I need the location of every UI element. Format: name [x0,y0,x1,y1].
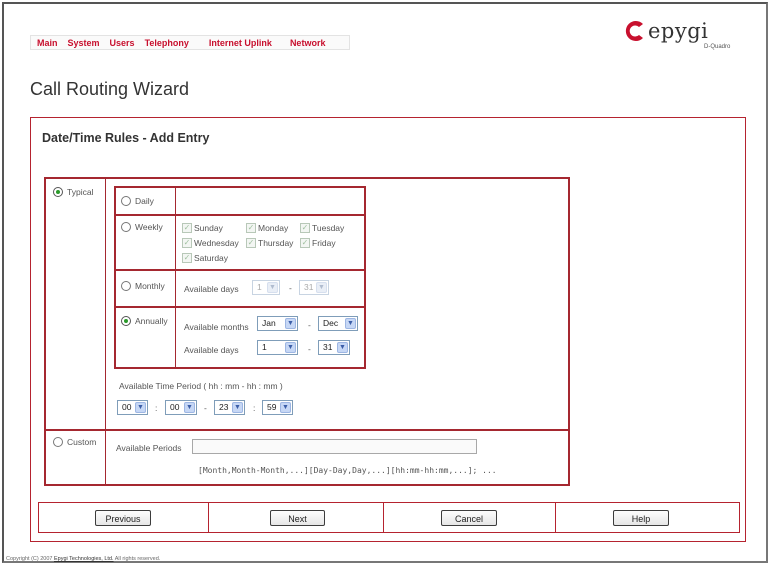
available-periods-hint: [Month,Month-Month,...][Day-Day,Day,...]… [198,466,497,475]
nav-users[interactable]: Users [110,38,135,48]
section-title: Date/Time Rules - Add Entry [42,131,210,145]
time-from-minute-value: 00 [170,402,180,412]
copyright-prefix: Copyright (C) 2007 [6,556,53,562]
daily-label: Daily [135,196,154,206]
time-to-minute-select[interactable]: 59 ▼ [262,400,293,415]
sunday-label: Sunday [194,223,223,233]
annually-day-from-select[interactable]: 1 ▼ [257,340,298,355]
chevron-down-icon: ▼ [267,282,278,293]
sunday-checkbox[interactable]: ✓ [182,223,192,233]
time-to-hour-value: 23 [219,402,229,412]
top-nav: Main System Users Telephony Internet Upl… [30,35,350,50]
daily-radio[interactable] [121,196,131,206]
chevron-down-icon: ▼ [316,282,327,293]
annually-month-from-value: Jan [262,318,276,328]
annually-days-label: Available days [184,345,239,355]
schedule-divider-monthly [115,269,365,271]
time-from-hour-select[interactable]: 00 ▼ [117,400,148,415]
chevron-down-icon: ▼ [280,402,291,413]
annually-month-from-select[interactable]: Jan ▼ [257,316,298,331]
nav-system[interactable]: System [68,38,100,48]
schedule-divider-weekly [115,214,365,216]
available-periods-input[interactable] [192,439,477,454]
wednesday-checkbox[interactable]: ✓ [182,238,192,248]
epygi-logo: epygi D-Quadro [622,18,742,58]
previous-button[interactable]: Previous [95,510,151,526]
annually-day-from-value: 1 [262,342,267,352]
monday-label: Monday [258,223,289,233]
chevron-down-icon: ▼ [345,318,356,329]
monday-checkbox[interactable]: ✓ [246,223,256,233]
saturday-label: Saturday [194,253,229,263]
epygi-logo-icon [625,21,643,41]
thursday-checkbox[interactable]: ✓ [246,238,256,248]
nav-network[interactable]: Network [290,38,326,48]
typical-radio[interactable] [53,187,63,197]
wednesday-label: Wednesday [194,238,239,248]
custom-radio[interactable] [53,437,63,447]
weekly-radio[interactable] [121,222,131,232]
monthly-day-to-select[interactable]: 31 ▼ [299,280,329,295]
time-range-dash: - [204,403,207,413]
rules-table-row-divider [45,429,569,431]
friday-checkbox[interactable]: ✓ [300,238,310,248]
monthly-day-from-select[interactable]: 1 ▼ [252,280,280,295]
monthly-available-days-label: Available days [184,284,239,294]
available-periods-label: Available Periods [116,443,182,453]
nav-main[interactable]: Main [37,38,58,48]
annually-day-to-value: 31 [323,342,333,352]
rules-table-divider [105,178,106,485]
nav-internet-uplink[interactable]: Internet Uplink [209,38,272,48]
cancel-button[interactable]: Cancel [441,510,497,526]
annually-months-label: Available months [184,322,249,332]
thursday-label: Thursday [258,238,294,248]
chevron-down-icon: ▼ [285,342,296,353]
chevron-down-icon: ▼ [184,402,195,413]
annually-month-dash: - [308,320,311,330]
time-to-minute-value: 59 [267,402,277,412]
chevron-down-icon: ▼ [285,318,296,329]
time-from-minute-select[interactable]: 00 ▼ [165,400,197,415]
time-from-hour-value: 00 [122,402,132,412]
page-title: Call Routing Wizard [30,79,190,99]
custom-label: Custom [67,437,97,447]
monthly-range-dash: - [289,283,292,293]
copyright-footer: Copyright (C) 2007 Epygi Technologies, L… [6,556,160,562]
nav-telephony[interactable]: Telephony [145,38,189,48]
typical-label: Typical [67,187,94,197]
chevron-down-icon: ▼ [232,402,243,413]
annually-day-to-select[interactable]: 31 ▼ [318,340,350,355]
copyright-suffix: All rights reserved. [114,556,161,562]
chevron-down-icon: ▼ [337,342,348,353]
help-button[interactable]: Help [613,510,669,526]
schedule-divider-annually [115,306,365,308]
tuesday-checkbox[interactable]: ✓ [300,223,310,233]
annually-month-to-value: Dec [323,318,339,328]
saturday-checkbox[interactable]: ✓ [182,253,192,263]
annually-month-to-select[interactable]: Dec ▼ [318,316,358,331]
logo-subtitle: D-Quadro [704,44,731,50]
monthly-day-from-value: 1 [257,282,262,292]
time-to-colon: : [253,403,256,413]
monthly-label: Monthly [135,281,165,291]
friday-label: Friday [312,238,336,248]
time-to-hour-select[interactable]: 23 ▼ [214,400,245,415]
monthly-radio[interactable] [121,281,131,291]
epygi-link[interactable]: Epygi Technologies, Ltd. [54,556,114,562]
time-period-label: Available Time Period ( hh : mm - hh : m… [119,381,283,391]
logo-wordmark: epygi [648,19,709,43]
time-from-colon: : [155,403,158,413]
next-button[interactable]: Next [270,510,325,526]
annually-radio[interactable] [121,316,131,326]
tuesday-label: Tuesday [312,223,345,233]
annually-label: Annually [135,316,168,326]
chevron-down-icon: ▼ [135,402,146,413]
weekly-label: Weekly [135,222,163,232]
monthly-day-to-value: 31 [304,282,314,292]
annually-day-dash: - [308,344,311,354]
